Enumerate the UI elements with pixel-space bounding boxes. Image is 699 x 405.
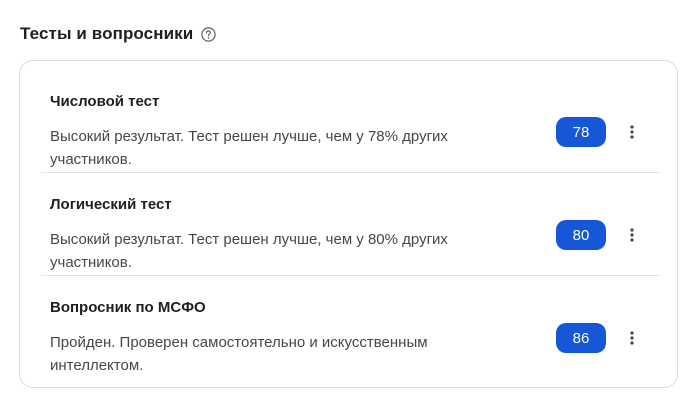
more-vertical-icon [630,331,634,345]
more-options-button[interactable] [621,119,643,145]
more-vertical-icon [630,228,634,242]
tests-card: Числовой тест Высокий результат. Тест ре… [19,60,678,388]
test-title: Числовой тест [50,93,160,110]
test-title: Вопросник по МСФО [50,299,206,316]
more-options-button[interactable] [621,325,643,351]
test-description: Высокий результат. Тест решен лучше, чем… [50,128,448,168]
more-vertical-icon [630,125,634,139]
score-badge: 78 [556,117,606,147]
test-item: Вопросник по МСФО Пройден. Проверен само… [41,275,659,378]
more-options-button[interactable] [621,222,643,248]
test-item: Логический тест Высокий результат. Тест … [41,172,659,276]
test-title: Логический тест [50,196,172,213]
test-item: Числовой тест Высокий результат. Тест ре… [41,69,659,173]
score-badge: 80 [556,220,606,250]
test-description: Пройден. Проверен самостоятельно и искус… [50,334,428,374]
help-icon[interactable] [201,26,217,42]
score-badge: 86 [556,323,606,353]
section-title: Тесты и вопросники [20,24,194,43]
test-description: Высокий результат. Тест решен лучше, чем… [50,231,448,271]
section-header: Тесты и вопросники [20,22,217,46]
